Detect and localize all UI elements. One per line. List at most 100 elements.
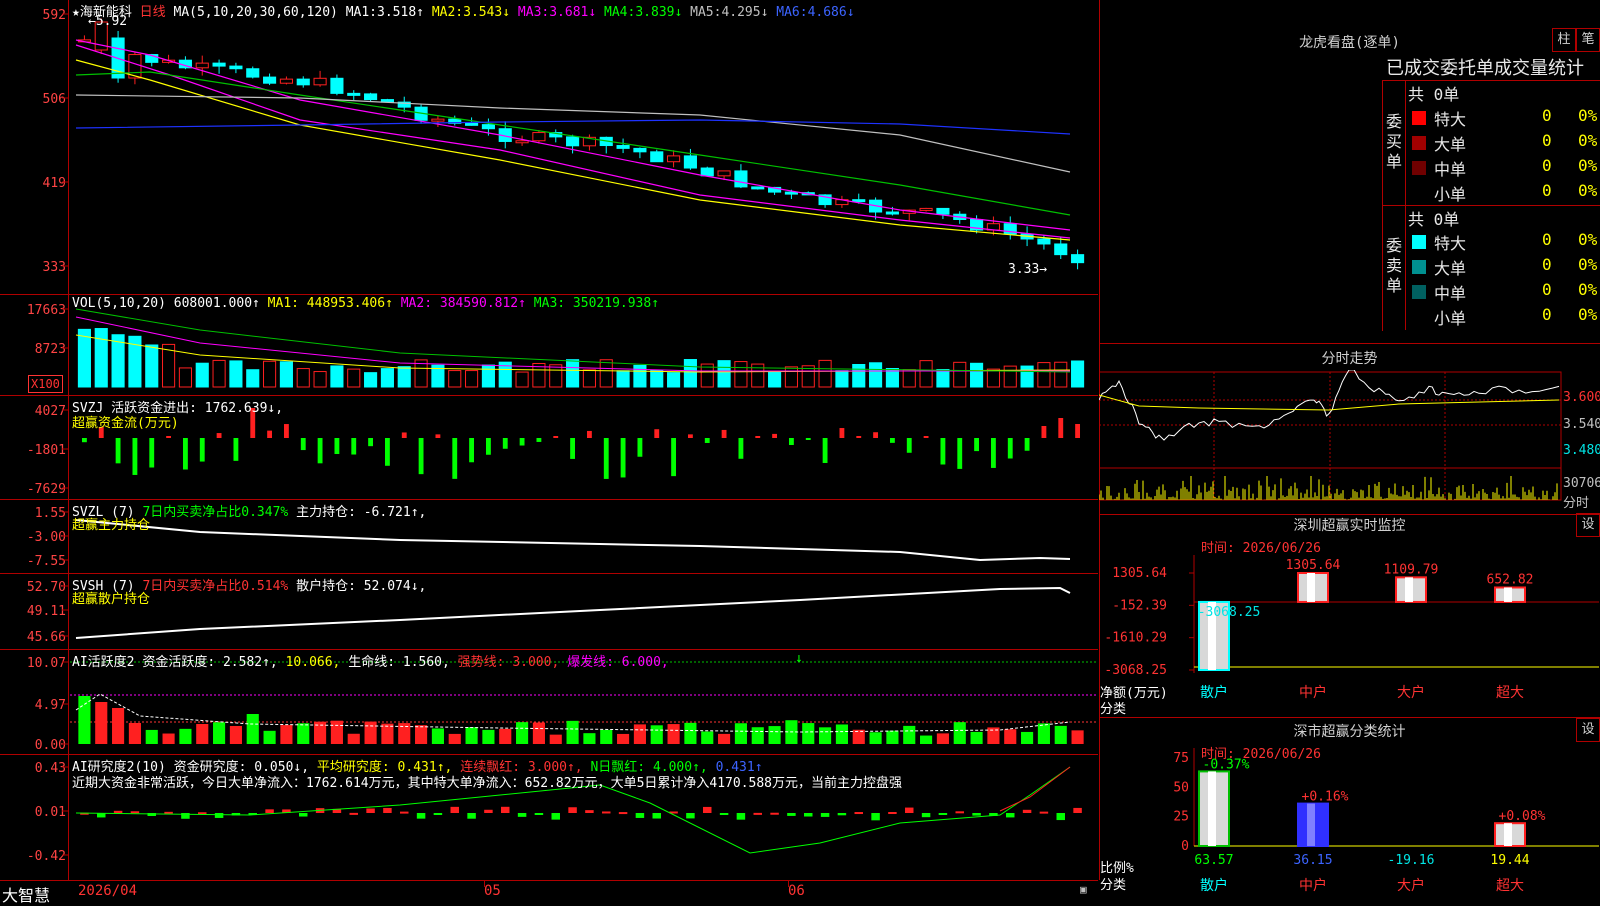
volume-bar [650,369,664,388]
volume-bar [582,369,596,388]
activity-bar [112,708,125,744]
candle [246,68,260,78]
volume-bar [77,328,91,388]
ma3-value: 3.681↓ [549,5,597,20]
flow-bar [216,433,222,438]
volume-bar [936,369,950,388]
price-panel[interactable]: 592 506 419 333 ★海新能科 日线 MA(5,10,20,30,6… [0,0,1098,295]
candle [481,124,495,130]
activity-bar [734,723,747,744]
volume-bar [784,366,798,388]
flow-bar [620,438,626,478]
flow-bar [755,436,761,438]
activity-bar [970,731,983,744]
activity-bar [718,733,731,744]
sell-side-char: 单 [1385,276,1402,295]
ai-research-panel[interactable]: 0.43 0.01 -0.42 AI研究度2(10) 资金研究度: 0.050↓… [0,755,1098,880]
category-label: 中户 [1299,877,1327,894]
flow-bar [536,438,542,442]
buy-total: 共 0单 [1408,85,1460,104]
research-bar [719,813,729,815]
svsh-panel[interactable]: 52.70 49.11 45.66 SVSH (7) 7日内买卖净占比0.514… [0,574,1098,650]
activity-bar [78,696,91,744]
flow-bar [351,438,357,455]
lhb-subtitle: 已成交委托单成交量统计 [1386,58,1584,79]
flow-bar [1075,424,1081,438]
research-bar [501,806,510,813]
ai-active-panel[interactable]: 10.07 4.97 0.00 ↓ AI活跃度2 资金活跃度: 2.582↑, … [0,650,1098,755]
candle [717,170,731,177]
flow-bar [166,436,172,438]
volume-panel[interactable]: 17663 8723 X100 VOL(5,10,20) 608001.000↑… [0,295,1098,396]
research-bar [753,812,762,815]
volume-bar [835,370,849,388]
volume-bar [768,371,782,388]
research-bar [416,813,426,819]
flow-bar [317,438,323,464]
high-marker: ←5.92 [88,14,128,29]
volume-bar [515,371,529,388]
ai-active-c: 生命线: 1.560, [348,655,450,670]
volume-bar [566,359,580,388]
bar-mode-button[interactable]: 柱 [1552,28,1576,52]
volume-bar [212,359,226,388]
svsh-subtitle: 超赢散户持仓 [72,592,151,607]
data-label: -3068.25 [1198,605,1261,620]
flow-bar [469,438,475,463]
tick-mode-button[interactable]: 笔 [1576,28,1600,52]
svzl-panel[interactable]: 1.55 -3.00 -7.55 SVZL (7) 7日内买卖净占比0.347%… [0,500,1098,574]
volume-bar [902,369,916,388]
legend-swatch [1412,235,1426,249]
period-label[interactable]: 日线 [140,5,166,20]
row-name: 特大 [1434,110,1467,129]
flow-bar [687,434,693,438]
candle [465,122,479,126]
activity-bar [280,725,293,744]
ma-line [75,94,1071,173]
bar-highlight [1504,823,1512,846]
ma5-label: MA5: [690,5,722,20]
candle [633,147,647,153]
row-value: 0 [1542,230,1552,249]
y-tick-label: 50 [1173,780,1189,795]
candle [431,118,445,122]
lock-icon[interactable]: ▣ [1080,883,1087,896]
sz-stats-chart[interactable]: 75 50 25 0 -0.37% +0.16% +0.08% 63.57 36.15 -19.1… [1099,718,1600,900]
activity-bar [297,723,310,744]
sell-side-char: 委 [1385,236,1402,255]
svzl-ratio: 7日内买卖净占比0.347% [142,505,289,520]
candle [919,207,933,211]
flow-bar [401,432,407,438]
data-label: +0.16% [1302,790,1349,805]
ai-research-note: 近期大资金非常活跃，今日大单净流入：1762.614万元，其中特大单净流入：65… [72,776,903,791]
volume-bar [145,344,159,388]
candlestick-chart[interactable] [0,0,1098,294]
sell-side-char: 卖 [1385,256,1402,275]
research-bar [618,812,628,815]
vol-params: VOL(5,10,20) [72,296,166,311]
research-bar [871,813,880,821]
research-bar [349,812,358,815]
x-label: 06 [788,883,805,899]
research-bar [1056,813,1065,821]
research-bar [736,813,746,820]
flow-bar [570,438,576,459]
svzj-panel[interactable]: 4027 -1801 -7629 SVZJ 活跃资金进出: 1762.639↓,… [0,396,1098,500]
category-label: 超大 [1496,685,1524,701]
research-bar [299,813,308,817]
intraday-chart[interactable] [1099,370,1600,520]
flow-bar [132,438,138,475]
volume-bar [481,364,495,388]
y-tick-label: -3068.25 [1104,663,1167,678]
sz-monitor-chart[interactable]: 1305.64 -152.39 -1610.29 -3068.25 -3068.25 13… [1099,515,1600,717]
research-bar [467,813,476,819]
activity-bar [751,727,764,744]
activity-bar [499,728,512,744]
candle [1054,243,1068,256]
flow-bar [990,438,996,468]
candle [852,199,866,203]
volume-bar [1020,365,1034,388]
volume-bar [616,370,630,388]
y-tick-label: 1305.64 [1112,566,1167,581]
volume-bar [818,359,832,388]
